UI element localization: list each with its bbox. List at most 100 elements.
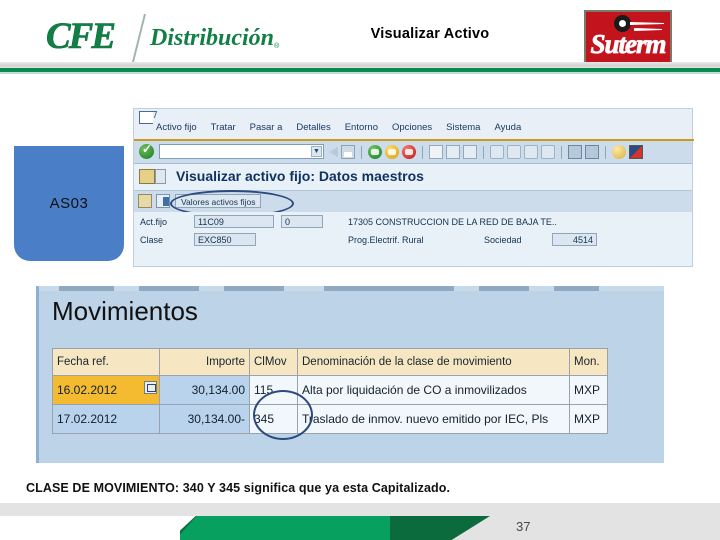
column-header-importe[interactable]: Importe [159,348,250,376]
back-green-icon[interactable] [368,145,382,159]
create-shortcut-icon[interactable] [585,145,599,159]
sap-standard-toolbar: ▼ [134,141,692,164]
print-icon[interactable] [429,145,443,159]
cell-moneda: MXP [569,404,608,434]
menu-item-activo-fijo[interactable]: Activo fijo [156,122,197,133]
strip-tick [139,286,199,291]
slide-caption: CLASE DE MOVIMIENTO: 340 Y 345 significa… [26,481,451,495]
sap-menu-items: Activo fijo Tratar Pasar a Detalles Ento… [156,122,521,133]
next-page-icon[interactable] [524,145,538,159]
cell-moneda: MXP [569,375,608,405]
cell-clmov: 115 [249,375,298,405]
ray-icon [630,22,664,25]
cell-fecha: 17.02.2012 [52,404,160,434]
help-icon[interactable] [612,145,626,159]
cfe-distribucion-logo: CFE Distribución ® [46,14,279,62]
menu-item-entorno[interactable]: Entorno [345,122,378,133]
strip-tick [224,286,284,291]
cell-fecha-selected[interactable]: 16.02.2012 [52,375,160,405]
table-row[interactable]: 16.02.2012 30,134.00 115 Alta por liquid… [52,375,608,405]
toolbar-separator [561,145,562,159]
suterm-logo: Suterm [584,10,672,68]
cell-importe: 30,134.00- [159,404,250,434]
menu-item-opciones[interactable]: Opciones [392,122,432,133]
column-header-clmov[interactable]: ClMov [249,348,298,376]
depreciation-areas-icon[interactable] [156,194,170,208]
toolbar-icon-group [330,144,643,160]
sap-application-toolbar: Valores activos fijos [134,190,692,217]
toolbar-separator [361,145,362,159]
last-page-icon[interactable] [541,145,555,159]
movimientos-panel: Movimientos Fecha ref. Importe ClMov Den… [36,286,664,463]
sap-title-bar: Visualizar activo fijo: Datos maestros [134,164,692,190]
cfe-logo-mark: CFE [46,16,117,58]
asset-icon [139,169,155,184]
command-input[interactable]: ▼ [159,144,324,159]
program-text: Prog.Electrif. Rural [348,235,424,245]
sap-menu-bar: Activo fijo Tratar Pasar a Detalles Ento… [134,109,694,141]
menu-item-pasar-a[interactable]: Pasar a [250,122,283,133]
company-code-label: Sociedad [484,235,522,245]
command-dropdown-icon[interactable]: ▼ [311,146,322,157]
find-next-icon[interactable] [463,145,477,159]
table-row[interactable]: 17.02.2012 30,134.00- 345 Traslado de in… [52,404,608,434]
system-menu-icon[interactable] [139,111,153,124]
footer-green-wedge [175,516,390,540]
menu-item-detalles[interactable]: Detalles [296,122,330,133]
footer-white-block [0,516,180,540]
transaction-code-callout: AS03 [14,146,124,261]
movimientos-table: Fecha ref. Importe ClMov Denominación de… [52,348,608,434]
cell-importe: 30,134.00 [159,375,250,405]
strip-tick [324,286,454,291]
menu-item-tratar[interactable]: Tratar [211,122,236,133]
cell-clmov: 345 [249,404,298,434]
row-detail-icon[interactable] [144,381,157,394]
strip-tick [554,286,599,291]
customize-layout-icon[interactable] [629,145,643,159]
master-data-icon[interactable] [138,194,152,208]
column-header-moneda[interactable]: Mon. [569,348,608,376]
sap-screen-title: Visualizar activo fijo: Datos maestros [176,168,424,184]
find-icon[interactable] [446,145,460,159]
menu-item-sistema[interactable]: Sistema [446,122,480,133]
class-field-label: Clase [140,235,164,245]
cell-fecha-text: 16.02.2012 [57,383,118,397]
asset-description-text: 17305 CONSTRUCCION DE LA RED DE BAJA TE.… [348,217,557,227]
new-session-icon[interactable] [568,145,582,159]
column-header-fecha[interactable]: Fecha ref. [52,348,160,376]
strip-tick [59,286,114,291]
table-header-row: Fecha ref. Importe ClMov Denominación de… [52,348,608,376]
transaction-code-label: AS03 [49,195,89,212]
cancel-red-icon[interactable] [402,145,416,159]
menu-item-ayuda[interactable]: Ayuda [494,122,521,133]
column-header-denominacion[interactable]: Denominación de la clase de movimiento [297,348,570,376]
toolbar-separator [605,145,606,159]
valores-activos-fijos-button[interactable]: Valores activos fijos [175,194,262,208]
asset-subnumber-value[interactable]: 0 [281,215,323,228]
asset-field-label: Act.fijo [140,217,168,227]
asset-class-value[interactable]: EXC850 [194,233,256,246]
footer-grey-bar [0,503,720,516]
header-divider-green-light [0,72,720,74]
cfe-registered-icon: ® [274,43,280,50]
enter-check-icon[interactable] [139,142,154,159]
asset-number-value[interactable]: 11C09 [194,215,274,228]
page-title: Visualizar Activo [370,26,490,42]
page-number: 37 [516,519,531,534]
save-icon[interactable] [341,145,355,159]
toolbar-separator [422,145,423,159]
suterm-logo-word: Suterm [590,29,667,60]
sap-asset-header-fields: Act.fijo 11C09 0 17305 CONSTRUCCION DE L… [134,212,692,266]
toolbar-separator [483,145,484,159]
slide-header: CFE Distribución ® Visualizar Activo Sut… [0,0,720,74]
previous-page-icon[interactable] [507,145,521,159]
back-icon[interactable] [330,146,338,158]
cell-denominacion: Traslado de inmov. nuevo emitido por IEC… [297,404,570,434]
exit-yellow-icon[interactable] [385,145,399,159]
cfe-logo-divider [132,14,146,62]
first-page-icon[interactable] [490,145,504,159]
strip-tick [479,286,529,291]
company-code-value[interactable]: 4514 [552,233,597,246]
cfe-logo-word: Distribución [150,25,275,51]
movimientos-heading: Movimientos [52,296,198,326]
